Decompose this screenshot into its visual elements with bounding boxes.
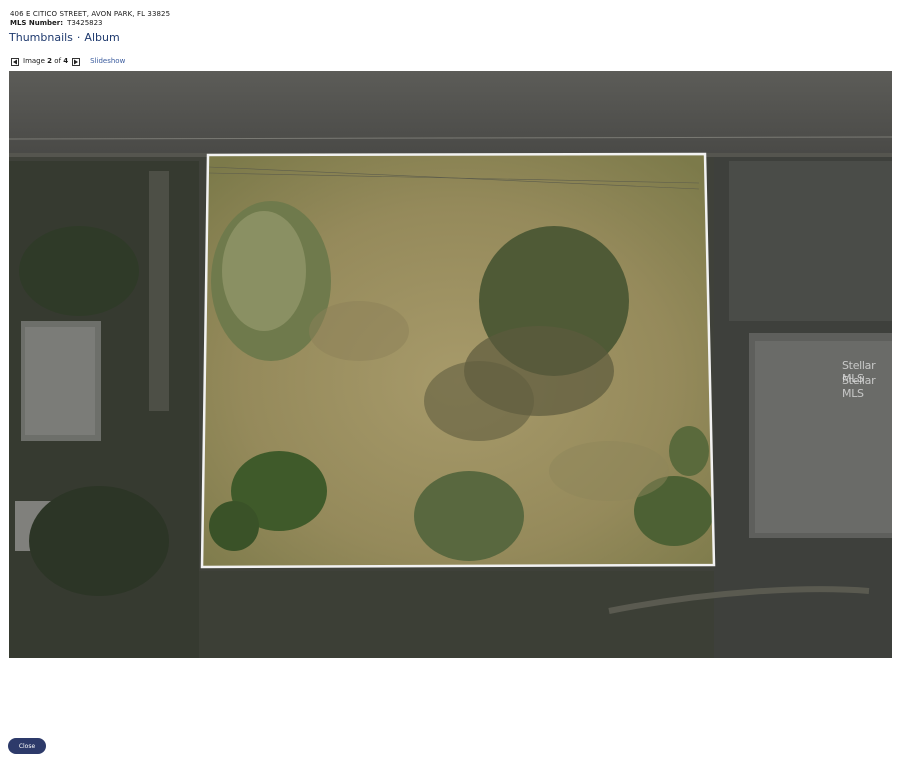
aerial-lot-image bbox=[9, 71, 892, 658]
album-link[interactable]: Album bbox=[84, 31, 119, 44]
thumbnails-link[interactable]: Thumbnails bbox=[9, 31, 73, 44]
photo-watermark-2: Stellar MLS bbox=[842, 374, 892, 400]
image-total-number: 4 bbox=[63, 57, 68, 65]
image-counter-of: of bbox=[54, 57, 61, 65]
listing-photo: Stellar MLS Stellar MLS bbox=[9, 71, 892, 658]
left-arrow-icon bbox=[12, 59, 18, 65]
close-button[interactable]: Close bbox=[8, 738, 46, 754]
listing-header: 406 E CITICO STREET, AVON PARK, FL 33825… bbox=[10, 10, 170, 27]
view-mode-nav: Thumbnails ·Album bbox=[9, 31, 120, 44]
image-counter: Image 2 of 4 bbox=[23, 57, 68, 66]
slideshow-link[interactable]: Slideshow bbox=[90, 57, 125, 66]
right-arrow-icon bbox=[73, 59, 79, 65]
mls-number-row: MLS Number: T3425823 bbox=[10, 19, 170, 27]
listing-address: 406 E CITICO STREET, AVON PARK, FL 33825 bbox=[10, 10, 170, 19]
image-counter-prefix: Image bbox=[23, 57, 45, 65]
image-current-number: 2 bbox=[47, 57, 52, 65]
next-image-button[interactable] bbox=[72, 58, 80, 66]
mls-number-value: T3425823 bbox=[67, 19, 102, 27]
mls-number-label: MLS Number: bbox=[10, 19, 63, 27]
prev-image-button[interactable] bbox=[11, 58, 19, 66]
image-pager: Image 2 of 4 Slideshow bbox=[11, 57, 125, 66]
nav-separator: · bbox=[77, 31, 81, 44]
